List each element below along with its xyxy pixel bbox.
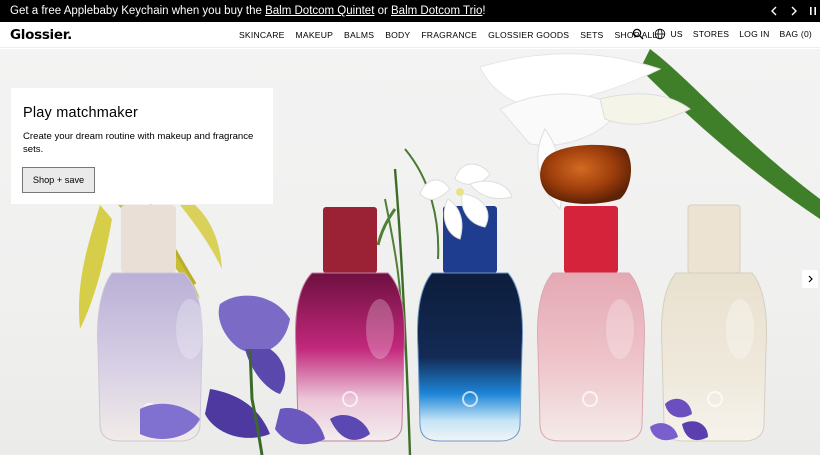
nav-link-glossier-goods[interactable]: GLOSSIER GOODS [488,30,569,41]
hero-banner: Play matchmaker Create your dream routin… [0,49,820,455]
chevron-right-icon [808,275,813,283]
region-label: US [670,28,683,39]
brand-logo[interactable]: Glossier. [10,26,72,44]
carousel-next-button[interactable] [802,270,818,288]
promo-text: Get a free Applebaby Keychain when you b… [10,5,486,17]
hero-title: Play matchmaker [23,105,139,121]
globe-icon [654,28,666,40]
hero-card: Play matchmaker Create your dream routin… [11,88,273,204]
bag-link[interactable]: BAG (0) [780,29,812,40]
shop-save-button[interactable]: Shop + save [22,167,95,193]
stores-link[interactable]: STORES [693,29,729,40]
login-link[interactable]: LOG IN [739,29,769,40]
nav-link-sets[interactable]: SETS [580,30,603,41]
nav-link-balms[interactable]: BALMS [344,30,374,41]
promo-suffix: ! [482,5,486,17]
hero-description: Create your dream routine with makeup an… [23,131,254,155]
chevron-right-icon[interactable] [786,3,802,19]
chevron-left-icon[interactable] [766,3,782,19]
promo-link-trio[interactable]: Balm Dotcom Trio [391,5,482,17]
promo-middle: or [374,5,392,17]
region-selector[interactable]: US [654,28,683,40]
promo-prefix: Get a free Applebaby Keychain when you b… [10,5,266,17]
nav-links: SKINCARE MAKEUP BALMS BODY FRAGRANCE GLO… [239,30,658,41]
nav-link-skincare[interactable]: SKINCARE [239,30,285,41]
nav-link-body[interactable]: BODY [385,30,410,41]
promo-link-quintet[interactable]: Balm Dotcom Quintet [265,5,374,17]
main-nav: Glossier. SKINCARE MAKEUP BALMS BODY FRA… [0,22,820,48]
search-icon[interactable] [632,28,644,40]
promo-bar: Get a free Applebaby Keychain when you b… [0,0,820,22]
nav-link-fragrance[interactable]: FRAGRANCE [421,30,477,41]
nav-utilities: US STORES LOG IN BAG (0) [632,28,812,40]
pause-icon[interactable] [805,3,820,19]
nav-link-makeup[interactable]: MAKEUP [296,30,334,41]
